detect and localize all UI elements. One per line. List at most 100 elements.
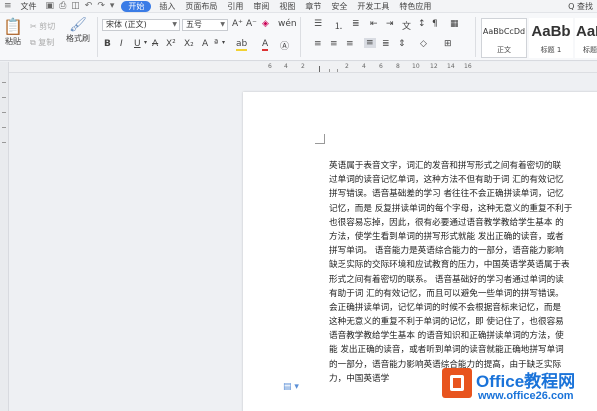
ruler-tick <box>2 97 6 98</box>
sort-icon[interactable]: ↕ <box>418 19 426 29</box>
undo-icon[interactable]: ↶ <box>85 1 93 11</box>
chevron-down-icon: ▼ <box>220 21 225 28</box>
multilevel-list-icon[interactable]: ≣ <box>352 19 360 29</box>
search-button[interactable]: Q 查找 <box>568 1 597 12</box>
distributed-icon[interactable]: ≣ <box>382 39 390 49</box>
text-line: 有助于词 汇的有效记忆，而且可以避免一些单词的拼写错误。 <box>329 288 564 299</box>
show-marks-icon[interactable]: ¶ <box>432 19 438 29</box>
indent-marker[interactable] <box>319 66 320 72</box>
chevron-down-icon[interactable]: ▾ <box>144 39 147 46</box>
style-heading-2[interactable]: AaBl 标题 <box>575 18 597 58</box>
chevron-down-icon: ▼ <box>172 21 177 28</box>
menu-file[interactable]: 文件 <box>16 1 42 12</box>
divider <box>97 17 98 57</box>
shading-icon[interactable]: ◇ <box>420 39 427 49</box>
ruler-tick <box>2 127 6 128</box>
copy-button[interactable]: ⧉ 复制 <box>30 37 54 48</box>
tab-insert[interactable]: 插入 <box>154 1 180 12</box>
clear-format-icon[interactable]: ◈ <box>262 19 269 29</box>
preview-icon[interactable]: ◫ <box>71 1 80 11</box>
text-line: 形式之间有着密切的联系。 语音基础好的学习者通过单词的读 <box>329 274 564 285</box>
decrease-indent-icon[interactable]: ⇤ <box>370 19 378 29</box>
watermark-url: www.office26.com <box>478 390 574 402</box>
paste-options-icon[interactable]: ▤ ▾ <box>283 382 299 392</box>
pinyin-icon[interactable]: ª <box>214 39 218 49</box>
ruler-tick <box>2 142 6 143</box>
align-right-icon[interactable]: ≡ <box>346 39 354 49</box>
watermark-logo: Office教程网 www.office26.com <box>440 366 597 411</box>
text-line: 能 发出正确的读音，或者听到单词的读音就能正确地拼写单词 <box>329 345 564 356</box>
subscript-icon[interactable]: X₂ <box>184 39 194 49</box>
align-center-icon[interactable]: ≡ <box>330 39 338 49</box>
justify-icon[interactable]: ≡ <box>364 38 376 48</box>
italic-icon[interactable]: I <box>120 39 123 49</box>
ruler-tick <box>2 112 6 113</box>
bullet-list-icon[interactable]: ☰ <box>314 19 322 29</box>
print-icon[interactable]: ⎙ <box>59 1 66 11</box>
document-page[interactable]: 英语属于表音文字，词汇的发音和拼写形式之间有着密切的联 过单词的读音记忆单词，这… <box>243 92 597 411</box>
quick-access-toolbar: ▣ ⎙ ◫ ↶ ↷ ▾ <box>42 1 119 11</box>
horizontal-ruler[interactable]: 6 4 2 2 4 6 8 10 12 14 16 <box>9 62 597 73</box>
text-line: 拼写单词。 语音能力是英语综合能力的一部分，语音能力影响 <box>329 246 564 257</box>
superscript-icon[interactable]: X² <box>166 39 176 49</box>
font-size-select[interactable]: 五号 ▼ <box>182 19 228 31</box>
font-name-select[interactable]: 宋体 (正文) ▼ <box>102 19 180 31</box>
tab-home[interactable]: 开始 <box>121 0 152 12</box>
format-painter-button[interactable]: 🖌 格式刷 <box>66 17 90 44</box>
customize-icon[interactable]: ▾ <box>110 1 115 11</box>
strikethrough-icon[interactable]: A <box>152 39 158 49</box>
watermark-title: Office教程网 <box>476 372 576 391</box>
numbered-list-icon[interactable]: ⒈ <box>334 19 343 32</box>
ruler-tick <box>337 69 338 72</box>
tab-review[interactable]: 审阅 <box>248 1 274 12</box>
text-line: 也很容易忘掉，因此，很有必要通过语音教学教给学生基本 的 <box>329 217 564 228</box>
ruler-tick <box>2 82 6 83</box>
style-heading-1[interactable]: AaBb 标题 1 <box>529 18 573 58</box>
tab-special-features[interactable]: 特色应用 <box>394 1 436 12</box>
text-line: 这种无意义的重复不利于单词的记忆，即 使记住了，也很容易 <box>329 317 564 328</box>
underline-icon[interactable]: U <box>134 39 141 49</box>
clipboard-icon: 📋 <box>3 17 23 36</box>
char-border-icon[interactable]: Ⓐ <box>280 39 289 52</box>
line-spacing-icon[interactable]: ⇕ <box>398 39 406 49</box>
tab-view[interactable]: 视图 <box>274 1 300 12</box>
increase-indent-icon[interactable]: ⇥ <box>386 19 394 29</box>
text-line: 缺乏实际的交际环境和应试教育的压力，中国英语学英语属于表 <box>329 260 570 271</box>
shrink-font-icon[interactable]: A⁻ <box>246 19 257 29</box>
table-icon[interactable]: ▦ <box>450 19 459 29</box>
text-line: 会正确拼读单词，记忆单词的时候不会根据音标来记忆，而是 <box>329 302 562 313</box>
align-left-icon[interactable]: ≡ <box>314 39 322 49</box>
redo-icon[interactable]: ↷ <box>97 1 105 11</box>
text-line: 英语属于表音文字，词汇的发音和拼写形式之间有着密切的联 <box>329 161 562 171</box>
text-effect-icon[interactable]: A <box>202 39 208 49</box>
tab-security[interactable]: 安全 <box>326 1 352 12</box>
margin-corner-mark <box>315 134 325 144</box>
chinese-layout-icon[interactable]: 文 <box>402 19 411 32</box>
cut-button[interactable]: ✂ 剪切 <box>30 21 55 32</box>
divider <box>475 17 476 57</box>
document-body[interactable]: 英语属于表音文字，词汇的发音和拼写形式之间有着密切的联 过单词的读音记忆单词，这… <box>329 159 597 386</box>
paintbrush-icon: 🖌 <box>69 17 87 33</box>
style-normal[interactable]: AaBbCcDd 正文 <box>481 18 527 58</box>
text-line: 方法，使学生看到单词的拼写形式就能 发出正确的读音，或者 <box>329 231 564 242</box>
vertical-ruler <box>0 62 9 411</box>
save-icon[interactable]: ▣ <box>46 1 55 11</box>
office-logo-icon <box>442 368 472 398</box>
chevron-down-icon[interactable]: ▾ <box>222 39 225 46</box>
hamburger-menu-icon[interactable]: ≡ <box>0 1 16 11</box>
highlight-icon[interactable]: ab <box>236 39 248 51</box>
font-color-icon[interactable]: A <box>262 39 269 51</box>
paste-button[interactable]: 📋 粘贴 <box>3 17 23 47</box>
text-line: 语音教学教给学生基本 的语音知识和正确拼读单词的方法，使 <box>329 331 564 342</box>
change-case-icon[interactable]: wén <box>278 19 297 29</box>
tab-developer[interactable]: 开发工具 <box>352 1 394 12</box>
tab-section[interactable]: 章节 <box>300 1 326 12</box>
ruler-tick <box>329 69 330 72</box>
ribbon-home: 📋 粘贴 ✂ 剪切 ⧉ 复制 🖌 格式刷 宋体 (正文) ▼ 五号 ▼ A⁺ A⁻ … <box>0 13 597 61</box>
tab-page-layout[interactable]: 页面布局 <box>180 1 222 12</box>
tab-references[interactable]: 引用 <box>222 1 248 12</box>
borders-icon[interactable]: ⊞ <box>444 39 452 49</box>
text-line: 拼写错误。语音基础差的学习 者往往不会正确拼读单词，记忆 <box>329 189 564 200</box>
grow-font-icon[interactable]: A⁺ <box>232 19 243 29</box>
bold-icon[interactable]: B <box>104 39 111 49</box>
